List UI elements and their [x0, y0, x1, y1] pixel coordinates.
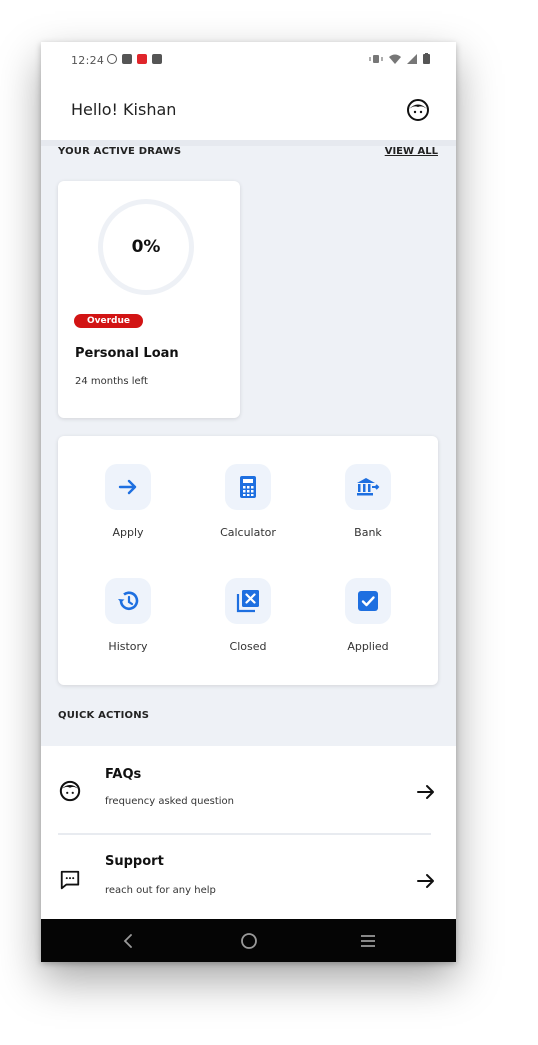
status-time: 12:24 [71, 54, 105, 67]
active-draws-title: YOUR ACTIVE DRAWS [58, 146, 182, 157]
arrow-right-icon [417, 874, 434, 888]
profile-avatar-icon[interactable] [406, 98, 430, 122]
view-all-link[interactable]: VIEW ALL [385, 146, 438, 157]
quick-action-subtitle: reach out for any help [105, 885, 216, 896]
quick-actions-panel: FAQs frequency asked question Support re… [41, 746, 456, 921]
vibrate-icon [369, 54, 383, 63]
home-icon[interactable] [238, 930, 260, 952]
loan-remaining: 24 months left [75, 376, 148, 387]
quick-action-title: FAQs [105, 767, 142, 782]
phone-screen: 12:24 Hello! Kishan YOUR ACTIVE DRAWS VI… [41, 42, 456, 962]
active-draw-card[interactable]: 0% Overdue Personal Loan 24 months left [58, 181, 240, 418]
notification-circle-icon [107, 54, 117, 64]
menu-item-apply[interactable]: Apply [73, 464, 183, 539]
menu-item-applied[interactable]: Applied [313, 578, 423, 653]
menu-item-label: Apply [112, 526, 144, 539]
history-tile [105, 578, 151, 624]
app-header: Hello! Kishan [41, 80, 456, 140]
bank-icon [357, 478, 380, 496]
arrow-right-icon [118, 479, 137, 495]
history-icon [118, 591, 139, 610]
back-icon[interactable] [117, 930, 139, 952]
menu-item-label: Bank [354, 526, 382, 539]
menu-item-calculator[interactable]: Calculator [193, 464, 303, 539]
battery-icon [423, 53, 430, 64]
menu-item-label: Closed [229, 640, 267, 653]
signal-icon [407, 53, 417, 64]
menu-item-closed[interactable]: Closed [193, 578, 303, 653]
recent-apps-icon[interactable] [357, 930, 379, 952]
menu-item-history[interactable]: History [73, 578, 183, 653]
checkbox-icon [358, 591, 378, 611]
arrow-right-icon [417, 785, 434, 799]
wifi-icon [389, 54, 401, 64]
calculator-tile [225, 464, 271, 510]
calculator-icon [240, 476, 256, 498]
quick-action-support[interactable]: Support reach out for any help [41, 835, 456, 919]
menu-item-label: Calculator [220, 526, 276, 539]
progress-ring: 0% [98, 199, 194, 295]
quick-actions-title: QUICK ACTIONS [58, 710, 150, 721]
apply-tile [105, 464, 151, 510]
system-icons [369, 53, 430, 64]
menu-grid: Apply Calculator Bank History Closed App… [58, 436, 438, 685]
bank-tile [345, 464, 391, 510]
closed-tile [225, 578, 271, 624]
notification-icons [107, 54, 162, 64]
quick-action-subtitle: frequency asked question [105, 796, 234, 807]
status-badge: Overdue [74, 314, 144, 328]
closed-box-icon [236, 590, 259, 613]
quick-action-faqs[interactable]: FAQs frequency asked question [41, 746, 456, 835]
menu-item-label: History [108, 640, 148, 653]
faq-icon [59, 780, 81, 802]
status-bar: 12:24 [41, 42, 456, 80]
notification-video-icon [152, 54, 162, 64]
loan-title: Personal Loan [75, 346, 179, 361]
chat-icon [60, 870, 80, 890]
applied-tile [345, 578, 391, 624]
greeting-text: Hello! Kishan [71, 100, 177, 119]
menu-item-bank[interactable]: Bank [313, 464, 423, 539]
quick-action-title: Support [105, 854, 164, 869]
notification-pdf-icon [137, 54, 147, 64]
notification-square-icon [122, 54, 132, 64]
menu-item-label: Applied [347, 640, 389, 653]
system-nav-bar [41, 919, 456, 962]
progress-label: 0% [131, 237, 161, 257]
